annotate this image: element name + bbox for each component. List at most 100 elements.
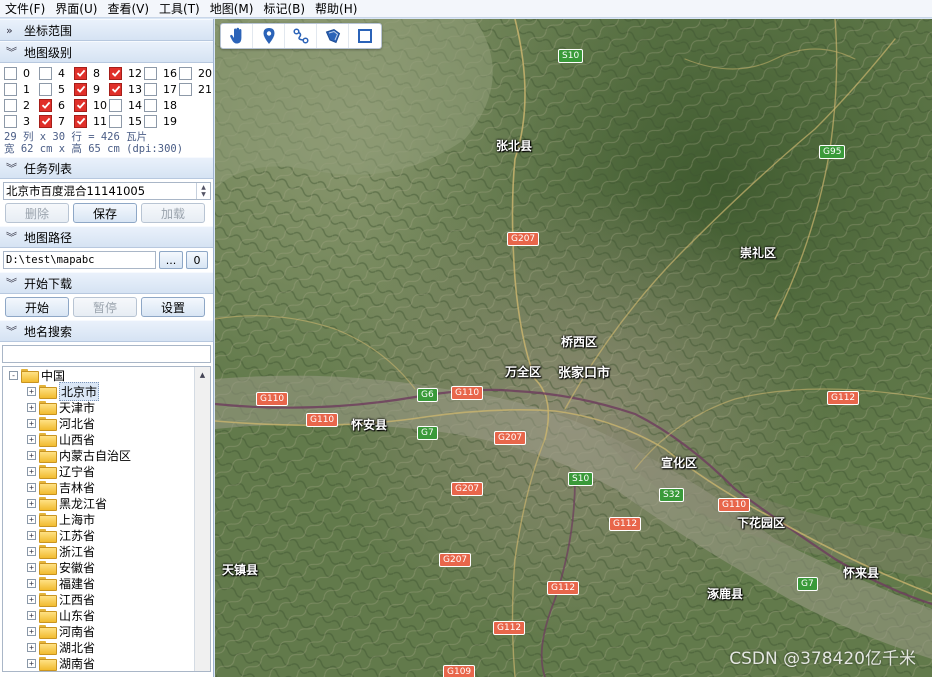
tree-item-label: 天津市 bbox=[59, 400, 96, 415]
section-map-path[interactable]: ︾ 地图路径 bbox=[0, 226, 213, 248]
expand-icon[interactable]: + bbox=[27, 386, 36, 396]
tree-item[interactable]: + 湖南省 bbox=[3, 655, 210, 671]
tree-item[interactable]: + 河北省 bbox=[3, 415, 210, 431]
highway-shield: G112 bbox=[493, 621, 526, 635]
expand-icon[interactable]: + bbox=[27, 626, 36, 636]
section-place-search[interactable]: ︾ 地名搜索 bbox=[0, 320, 213, 342]
pause-button[interactable]: 暂停 bbox=[73, 297, 137, 317]
expand-icon[interactable]: + bbox=[27, 466, 36, 476]
level-checkbox[interactable] bbox=[4, 114, 17, 128]
level-checkbox[interactable] bbox=[144, 98, 157, 112]
level-checkbox[interactable] bbox=[74, 66, 87, 80]
scroll-up-icon[interactable]: ▲ bbox=[195, 367, 210, 383]
polygon-icon[interactable] bbox=[317, 24, 349, 48]
tree-item[interactable]: + 湖北省 bbox=[3, 639, 210, 655]
expand-icon[interactable]: + bbox=[27, 434, 36, 444]
folder-icon bbox=[39, 593, 57, 607]
rectangle-select-icon[interactable] bbox=[349, 24, 381, 48]
level-checkbox[interactable] bbox=[109, 114, 122, 128]
menu-view[interactable]: 查看(V) bbox=[102, 0, 154, 18]
level-checkbox[interactable] bbox=[39, 66, 52, 80]
tree-item[interactable]: + 吉林省 bbox=[3, 479, 210, 495]
menu-interface[interactable]: 界面(U) bbox=[50, 0, 102, 18]
section-coord-range[interactable]: » 坐标范围 bbox=[0, 19, 213, 41]
expand-icon[interactable]: + bbox=[27, 418, 36, 428]
level-checkbox[interactable] bbox=[4, 66, 17, 80]
tree-item[interactable]: + 江苏省 bbox=[3, 527, 210, 543]
expand-icon[interactable]: + bbox=[27, 642, 36, 652]
open-folder-button[interactable]: 0 bbox=[186, 251, 208, 269]
menu-marks[interactable]: 标记(B) bbox=[258, 0, 310, 18]
expand-icon[interactable]: + bbox=[27, 402, 36, 412]
tree-item[interactable]: + 浙江省 bbox=[3, 543, 210, 559]
place-marker-icon[interactable] bbox=[253, 24, 285, 48]
tree-item[interactable]: + 福建省 bbox=[3, 575, 210, 591]
tree-content: - 中国 + 北京市 + 天津市 + 河北省 + 山西省 + 内蒙古自治区 + 辽宁省 + 吉林省 + 黑龙江省 +… bbox=[3, 367, 210, 671]
level-checkbox[interactable] bbox=[144, 82, 157, 96]
level-checkbox[interactable] bbox=[109, 82, 122, 96]
start-button[interactable]: 开始 bbox=[5, 297, 69, 317]
section-start-download[interactable]: ︾ 开始下载 bbox=[0, 272, 213, 294]
expand-icon[interactable]: + bbox=[27, 546, 36, 556]
browse-button[interactable]: ... bbox=[159, 251, 183, 269]
expand-icon[interactable]: + bbox=[27, 514, 36, 524]
path-input[interactable]: D:\test\mapabc bbox=[3, 251, 156, 269]
place-search-input[interactable] bbox=[2, 345, 211, 363]
expand-icon[interactable]: + bbox=[27, 578, 36, 588]
tree-item[interactable]: + 山西省 bbox=[3, 431, 210, 447]
tree-item[interactable]: + 内蒙古自治区 bbox=[3, 447, 210, 463]
level-checkbox[interactable] bbox=[39, 98, 52, 112]
tree-item[interactable]: + 黑龙江省 bbox=[3, 495, 210, 511]
folder-icon bbox=[39, 465, 57, 479]
level-checkbox[interactable] bbox=[4, 98, 17, 112]
route-icon[interactable] bbox=[285, 24, 317, 48]
tree-item[interactable]: + 河南省 bbox=[3, 623, 210, 639]
expand-icon[interactable]: + bbox=[27, 594, 36, 604]
expand-icon[interactable]: + bbox=[27, 562, 36, 572]
settings-button[interactable]: 设置 bbox=[141, 297, 205, 317]
level-checkbox[interactable] bbox=[179, 66, 192, 80]
collapse-icon[interactable]: - bbox=[9, 370, 18, 380]
double-chevron-down-icon: ︾ bbox=[6, 231, 17, 244]
level-checkbox[interactable] bbox=[4, 82, 17, 96]
level-checkbox[interactable] bbox=[144, 114, 157, 128]
expand-icon[interactable]: + bbox=[27, 498, 36, 508]
expand-icon[interactable]: + bbox=[27, 482, 36, 492]
level-checkbox[interactable] bbox=[39, 82, 52, 96]
level-checkbox[interactable] bbox=[39, 114, 52, 128]
expand-icon[interactable]: + bbox=[27, 530, 36, 540]
tree-item[interactable]: + 安徽省 bbox=[3, 559, 210, 575]
level-checkbox[interactable] bbox=[179, 82, 192, 96]
tree-item[interactable]: - 中国 bbox=[3, 367, 210, 383]
level-checkbox[interactable] bbox=[109, 66, 122, 80]
tree-item[interactable]: + 北京市 bbox=[3, 381, 210, 401]
map-view[interactable]: 张北县 崇礼区 桥西区 万全区 张家口市 怀安县 宣化区 下花园区 天镇县 涿鹿… bbox=[215, 19, 932, 677]
tree-scrollbar[interactable]: ▲ bbox=[194, 367, 210, 671]
place-label: 万全区 bbox=[505, 365, 542, 379]
load-button[interactable]: 加载 bbox=[141, 203, 205, 223]
menu-help[interactable]: 帮助(H) bbox=[310, 0, 362, 18]
tree-item[interactable]: + 上海市 bbox=[3, 511, 210, 527]
pan-hand-icon[interactable] bbox=[221, 24, 253, 48]
menu-map[interactable]: 地图(M) bbox=[205, 0, 259, 18]
delete-button[interactable]: 删除 bbox=[5, 203, 69, 223]
level-checkbox[interactable] bbox=[74, 98, 87, 112]
tree-item[interactable]: + 天津市 bbox=[3, 399, 210, 415]
task-select[interactable]: 北京市百度混合11141005 ▲ ▼ bbox=[3, 182, 211, 200]
tree-item[interactable]: + 辽宁省 bbox=[3, 463, 210, 479]
level-checkbox[interactable] bbox=[144, 66, 157, 80]
tree-item[interactable]: + 江西省 bbox=[3, 591, 210, 607]
menu-file[interactable]: 文件(F) bbox=[0, 0, 50, 18]
spinner-arrows-icon[interactable]: ▲ ▼ bbox=[196, 183, 210, 199]
section-task-list[interactable]: ︾ 任务列表 bbox=[0, 157, 213, 179]
expand-icon[interactable]: + bbox=[27, 610, 36, 620]
expand-icon[interactable]: + bbox=[27, 658, 36, 668]
tree-item[interactable]: + 山东省 bbox=[3, 607, 210, 623]
level-checkbox[interactable] bbox=[109, 98, 122, 112]
level-checkbox[interactable] bbox=[74, 82, 87, 96]
section-map-level[interactable]: ︾ 地图级别 bbox=[0, 41, 213, 63]
expand-icon[interactable]: + bbox=[27, 450, 36, 460]
save-button[interactable]: 保存 bbox=[73, 203, 137, 223]
menu-tools[interactable]: 工具(T) bbox=[154, 0, 205, 18]
level-checkbox[interactable] bbox=[74, 114, 87, 128]
